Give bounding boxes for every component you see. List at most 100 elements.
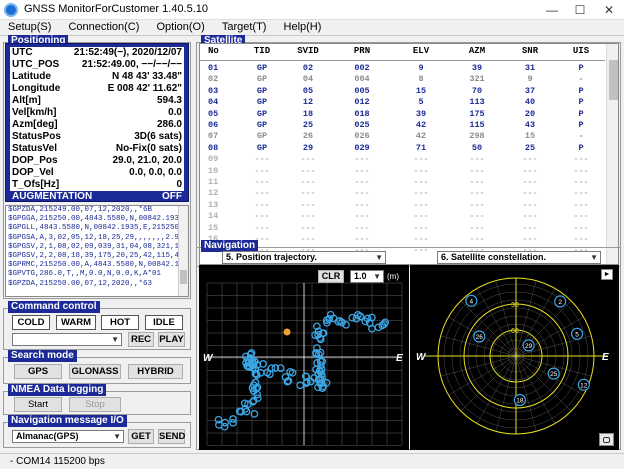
cell-snr: --- [522,222,538,233]
cell-prn: 025 [354,120,370,130]
idle-button[interactable]: IDLE [145,315,183,330]
menu-option[interactable]: Option(O) [148,20,210,33]
menu-setup[interactable]: Setup(S) [0,20,57,33]
satellite-row: 13 --- --- --- --- --- --- --- [200,199,605,211]
current-position-marker [283,328,291,336]
cell-prn: --- [354,211,370,222]
warm-button[interactable]: WARM [56,315,96,330]
satellite-scroll-thumb[interactable] [609,60,618,100]
satellite-row: 10 --- --- --- --- --- --- --- [200,165,605,177]
hybrid-button[interactable]: HYBRID [128,364,183,379]
app-icon [4,3,18,17]
scale-unit: (m) [387,272,399,281]
cell-svid: --- [300,154,316,165]
positioning-value: No-Fix(0 sats) [115,143,182,154]
satellite-row: 15 --- --- --- --- --- --- --- [200,222,605,234]
clr-button[interactable]: CLR [318,270,344,283]
nmea-line: $GPGLL,4843.5580,N,00842.1935,E,215250.0… [8,224,188,233]
nmea-line: $GPGGA,215250.00,4843.5580,N,00842.1935,… [8,215,188,224]
cell-no: 11 [208,177,219,187]
positioning-value: N 48 43' 33.48" [112,71,182,82]
left-view-select[interactable]: 5. Position trajectory. ▼ [222,251,386,264]
cell-azm: 321 [469,74,485,85]
positioning-key: Azm[deg] [12,119,58,130]
positioning-key: Latitude [12,71,51,82]
rec-button[interactable]: REC [128,332,154,347]
nav-message-select[interactable]: Almanac(GPS) ▼ [12,430,124,443]
menu-help[interactable]: Help(H) [276,20,328,33]
satellite-row: 07 GP 26 026 42 298 15 - [200,130,605,142]
right-view-select[interactable]: 6. Satellite constellation. ▼ [437,251,601,264]
satellite-row: 06 GP 25 025 42 115 43 P [200,119,605,131]
logging-stop-button[interactable]: Stop [69,397,121,412]
col-snr: SNR [521,46,539,56]
cell-no: 12 [208,188,219,199]
satellite-row: 12 --- --- --- --- --- --- --- [200,187,605,199]
cell-prn: 005 [354,85,370,96]
glonass-button[interactable]: GLONASS [69,364,121,379]
command-combo[interactable]: ▼ [12,333,122,346]
nmea-scroll-thumb[interactable] [180,270,187,284]
cell-tid: GP [256,63,268,73]
maximize-button[interactable]: ☐ [566,0,594,20]
menu-bar: Setup(S) Connection(C) Option(O) Target(… [0,20,624,36]
positioning-key: Longitude [12,83,61,94]
cell-snr: --- [522,199,538,210]
chevron-down-icon: ▼ [375,253,383,262]
nav-message-value: Almanac(GPS) [16,431,79,441]
trajectory-view[interactable]: WE [199,265,409,450]
col-azm: AZM [468,46,486,56]
cell-azm: 50 [471,142,483,153]
menu-target[interactable]: Target(T) [214,20,273,33]
cell-azm: --- [469,154,485,165]
cell-elv: 15 [415,85,427,96]
cell-uis: --- [573,199,589,210]
play-icon[interactable]: ► [601,269,613,280]
send-button[interactable]: SEND [158,429,185,444]
positioning-key: StatusVel [12,143,58,154]
satellite-scrollbar[interactable] [606,44,618,264]
scale-value: 1.0 [354,271,367,281]
logging-start-button[interactable]: Start [14,397,62,412]
nmea-logging-title: NMEA Data logging [8,384,107,396]
cell-prn: 004 [354,74,370,85]
title-bar: GNSS MonitorForCustomer 1.40.5.10 — ☐ ✕ [0,0,624,20]
nmea-scrollbar[interactable] [178,206,188,296]
cell-uis: P [578,108,584,119]
camera-icon[interactable] [599,433,614,446]
cell-elv: 42 [415,131,427,142]
cell-no: 10 [208,165,219,176]
close-button[interactable]: ✕ [595,0,623,20]
cold-button[interactable]: COLD [12,315,50,330]
nmea-line: $GPRMC,215250.00,A,4843.5580,N,00842.193… [8,261,188,270]
cell-tid: GP [256,131,268,142]
nmea-line: $GPGSV,2,2,08,18,39,175,20,25,42,115,43,… [8,252,188,261]
positioning-value: 0.0, 0.0, 0.0 [129,167,182,178]
cell-svid: 26 [302,131,314,142]
positioning-row: DOP_Pos 29.0, 21.0, 20.0 [10,155,184,167]
positioning-value: OFF [162,191,182,202]
positioning-key: AUGMENTATION [12,191,93,202]
cell-svid: 02 [302,63,314,73]
positioning-row: StatusPos 3D(6 sats) [10,131,184,143]
hot-button[interactable]: HOT [101,315,139,330]
compass-west: W [203,353,214,364]
positioning-value: 3D(6 sats) [134,131,182,142]
cell-azm: --- [469,211,485,222]
scale-select[interactable]: 1.0 ▼ [350,270,384,283]
satellite-prn-label: 26 [476,334,484,341]
get-button[interactable]: GET [128,429,154,444]
minimize-button[interactable]: — [538,0,566,20]
cell-snr: --- [522,188,538,199]
cell-no: 14 [208,211,219,222]
menu-connection[interactable]: Connection(C) [60,20,145,33]
positioning-row: UTC 21:52:49(−), 2020/12/07 [10,47,184,59]
positioning-panel: UTC 21:52:49(−), 2020/12/07 UTC_POS 21:52:4… [5,43,189,202]
gps-button[interactable]: GPS [14,364,62,379]
play-button[interactable]: PLAY [158,332,185,347]
cell-no: 09 [208,154,219,165]
nmea-log[interactable]: $GPZDA,215249.00,07,12,2020,,*6B $GPGGA,2… [5,205,189,297]
cell-no: 08 [208,142,219,153]
cell-azm: --- [469,177,485,187]
command-control-title: Command control [8,301,100,313]
